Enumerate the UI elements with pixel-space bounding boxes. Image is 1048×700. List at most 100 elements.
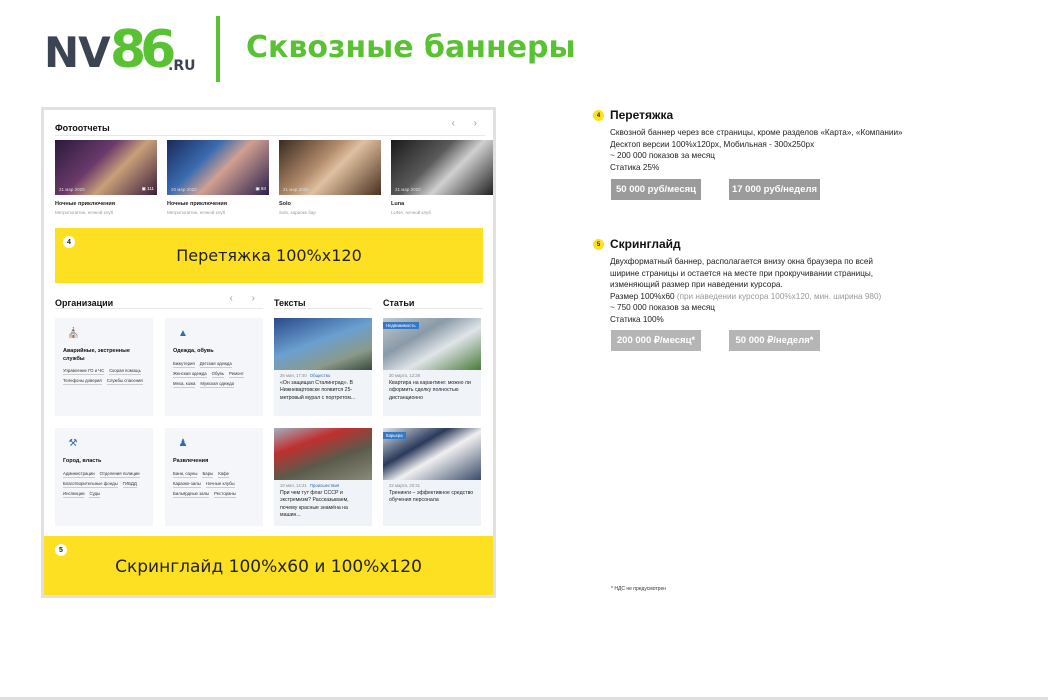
info-line: Статика 25%	[610, 162, 660, 172]
news-headline[interactable]: «Он защищал Сталинград». В Нижневартовск…	[274, 378, 372, 404]
photo-title[interactable]: Luna	[391, 201, 493, 207]
info-number-badge: 4	[593, 110, 604, 121]
article-headline[interactable]: Тренинги – эффективное средство обучения…	[383, 488, 481, 507]
org-tag[interactable]: Бани, сауны	[173, 471, 198, 478]
org-tag[interactable]: Рестораны	[214, 491, 236, 498]
photo-subtitle: Solo, караоке бар	[279, 210, 316, 215]
screenglide-banner-placeholder: 5 Скринглайд 100%x60 и 100%x120	[44, 536, 493, 595]
photo-card[interactable]: 21 мар 2020 Solo Solo, караоке бар	[279, 140, 381, 220]
news-meta: 10 мая, 14:21 Происшествия	[280, 483, 340, 488]
orgs-carousel-arrows[interactable]: ‹ ›	[230, 293, 263, 304]
org-tag[interactable]: Мужская одежда	[200, 381, 234, 388]
org-tag[interactable]: Бижутерия	[173, 361, 195, 368]
org-tags: Администрации Отделения полиции Благотво…	[63, 471, 145, 498]
org-tag[interactable]: Управление ГО и ЧС	[63, 368, 105, 376]
photo-carousel-arrows[interactable]: ‹ ›	[452, 118, 485, 129]
org-tag[interactable]: Администрации	[63, 471, 95, 478]
news-card[interactable]: 10 мая, 14:21 Происшествия При чем тут фл…	[274, 428, 372, 526]
screenglide-banner-label: Скринглайд 100%x60 и 100%x120	[115, 557, 422, 577]
news-headline[interactable]: При чем тут флаг СССР и экстремизм? Расс…	[274, 488, 372, 521]
org-tag[interactable]: Скорая помощь	[109, 368, 141, 376]
page-title: Сквозные баннеры	[246, 30, 576, 65]
photo-section-title: Фотоотчеты	[55, 123, 110, 133]
org-tag[interactable]: Кафе	[218, 471, 230, 478]
photo-thumbnail[interactable]: 21 мар 2020	[391, 140, 493, 195]
news-card[interactable]: 26 мая, 17:40 Общество «Он защищал Сталин…	[274, 318, 372, 416]
articles-title[interactable]: Статьи	[383, 298, 414, 308]
org-tag[interactable]: Караоке-залы	[173, 481, 201, 488]
org-category-card[interactable]: ▲ Одежда, обувь Бижутерия Детская одежда…	[165, 318, 263, 416]
org-category-title[interactable]: Одежда, обувь	[173, 348, 255, 356]
info-line: ~ 200 000 показов за месяц	[610, 151, 715, 161]
texts-header: Тексты	[274, 293, 372, 309]
info-line: Десктоп версии 100%x120px, Мобильная - 3…	[610, 139, 815, 149]
photo-date: 21 мар 2020	[395, 187, 421, 192]
org-category-card[interactable]: ♟ Развлечения Бани, сауны Бары Кафе Кара…	[165, 428, 263, 526]
photo-title[interactable]: Ночные приключения	[167, 201, 269, 207]
org-tag[interactable]: Бильярдные залы	[173, 491, 210, 498]
building-icon: ⛪	[67, 328, 80, 339]
news-category[interactable]: Общество	[310, 373, 330, 378]
photo-date: 21 мар 2020	[59, 187, 85, 192]
org-tag[interactable]: Ночные клубы	[205, 481, 235, 488]
org-tag[interactable]: Отделения полиции	[99, 471, 140, 478]
article-category-label[interactable]: Недвижимость	[383, 322, 419, 329]
info-title: Перетяжка	[610, 108, 674, 122]
info-title: Скринглайд	[610, 237, 681, 251]
info-description: Сквозной баннер через все страницы, кром…	[610, 127, 910, 173]
photo-thumbnail[interactable]: 20 мар 2020 ▣ 84	[167, 140, 269, 195]
org-tags: Бани, сауны Бары Кафе Караоке-залы Ночны…	[173, 471, 255, 498]
org-tag[interactable]: Благотворительные фонды	[63, 481, 118, 488]
org-category-title[interactable]: Аварийные, экстренные службы	[63, 348, 145, 363]
article-image[interactable]: Карьера	[383, 428, 481, 480]
header-divider	[216, 16, 220, 82]
org-tag[interactable]: Телефоны доверия	[63, 378, 102, 386]
logo-ru-text: .RU	[168, 58, 196, 74]
article-category-label[interactable]: Карьера	[383, 432, 406, 439]
photo-thumbnail[interactable]: 21 мар 2020	[279, 140, 381, 195]
article-card[interactable]: Карьера 22 марта, 20:31 Тренинги – эффек…	[383, 428, 481, 526]
article-card[interactable]: Недвижимость 30 марта, 12:38 Квартира на…	[383, 318, 481, 416]
org-tag[interactable]: ГИБДД	[122, 481, 137, 488]
org-category-title[interactable]: Развлечения	[173, 458, 255, 466]
article-meta: 22 марта, 20:31	[389, 483, 421, 488]
info-description: Двухформатный баннер, располагается вниз…	[610, 256, 910, 326]
org-tag[interactable]: Суды	[89, 491, 101, 498]
stretch-banner-label: Перетяжка 100%x120	[176, 246, 362, 265]
org-tag[interactable]: Детская одежда	[199, 361, 232, 368]
articles-header: Статьи	[383, 293, 483, 309]
news-image[interactable]	[274, 428, 372, 480]
org-tag[interactable]: Обувь	[211, 371, 225, 378]
photo-subtitle: Метрополитан, ночной клуб	[167, 210, 226, 215]
nv86-logo: NV 86 .RU	[44, 20, 204, 80]
photo-title[interactable]: Solo	[279, 201, 381, 207]
price-week-badge: 50 000 ₽/неделя*	[729, 330, 820, 351]
org-tag[interactable]: Бары	[202, 471, 214, 478]
photo-title[interactable]: Ночные приключения	[55, 201, 157, 207]
org-tag[interactable]: Ремонт	[229, 371, 244, 378]
photo-card[interactable]: 21 мар 2020 Luna LUNA, ночной клуб	[391, 140, 493, 220]
texts-title[interactable]: Тексты	[274, 298, 306, 308]
article-headline[interactable]: Квартира на карантине: можно ли оформить…	[383, 378, 481, 404]
news-image[interactable]	[274, 318, 372, 370]
gavel-icon: ⚒	[68, 438, 78, 449]
org-category-card[interactable]: ⛪ Аварийные, экстренные службы Управлени…	[55, 318, 153, 416]
article-image[interactable]: Недвижимость	[383, 318, 481, 370]
photo-thumbnail[interactable]: 21 мар 2020 ▣ 111	[55, 140, 157, 195]
vat-footnote: * НДС не предусмотрен	[611, 586, 667, 592]
photo-subtitle: Метрополитан, ночной клуб	[55, 210, 114, 215]
info-line: изменяющий размер при наведении курсора.	[610, 280, 783, 290]
org-tag[interactable]: Инспекции	[63, 491, 85, 498]
org-tag[interactable]: Меха, кожа	[173, 381, 196, 388]
photo-gallery: 21 мар 2020 ▣ 111 Ночные приключения Мет…	[55, 140, 493, 220]
org-category-card[interactable]: ⚒ Город, власть Администрации Отделения …	[55, 428, 153, 526]
photo-card[interactable]: 20 мар 2020 ▣ 84 Ночные приключения Метр…	[167, 140, 269, 220]
org-tag[interactable]: Женская одежда	[173, 371, 207, 378]
news-category[interactable]: Происшествия	[310, 483, 339, 488]
photo-card[interactable]: 21 мар 2020 ▣ 111 Ночные приключения Мет…	[55, 140, 157, 220]
org-tag[interactable]: Службы спасения	[106, 378, 143, 386]
article-meta: 30 марта, 12:38	[389, 373, 421, 378]
info-line: ширине страницы и остается на месте при …	[610, 268, 874, 278]
news-meta: 26 мая, 17:40 Общество	[280, 373, 331, 378]
org-category-title[interactable]: Город, власть	[63, 458, 145, 466]
